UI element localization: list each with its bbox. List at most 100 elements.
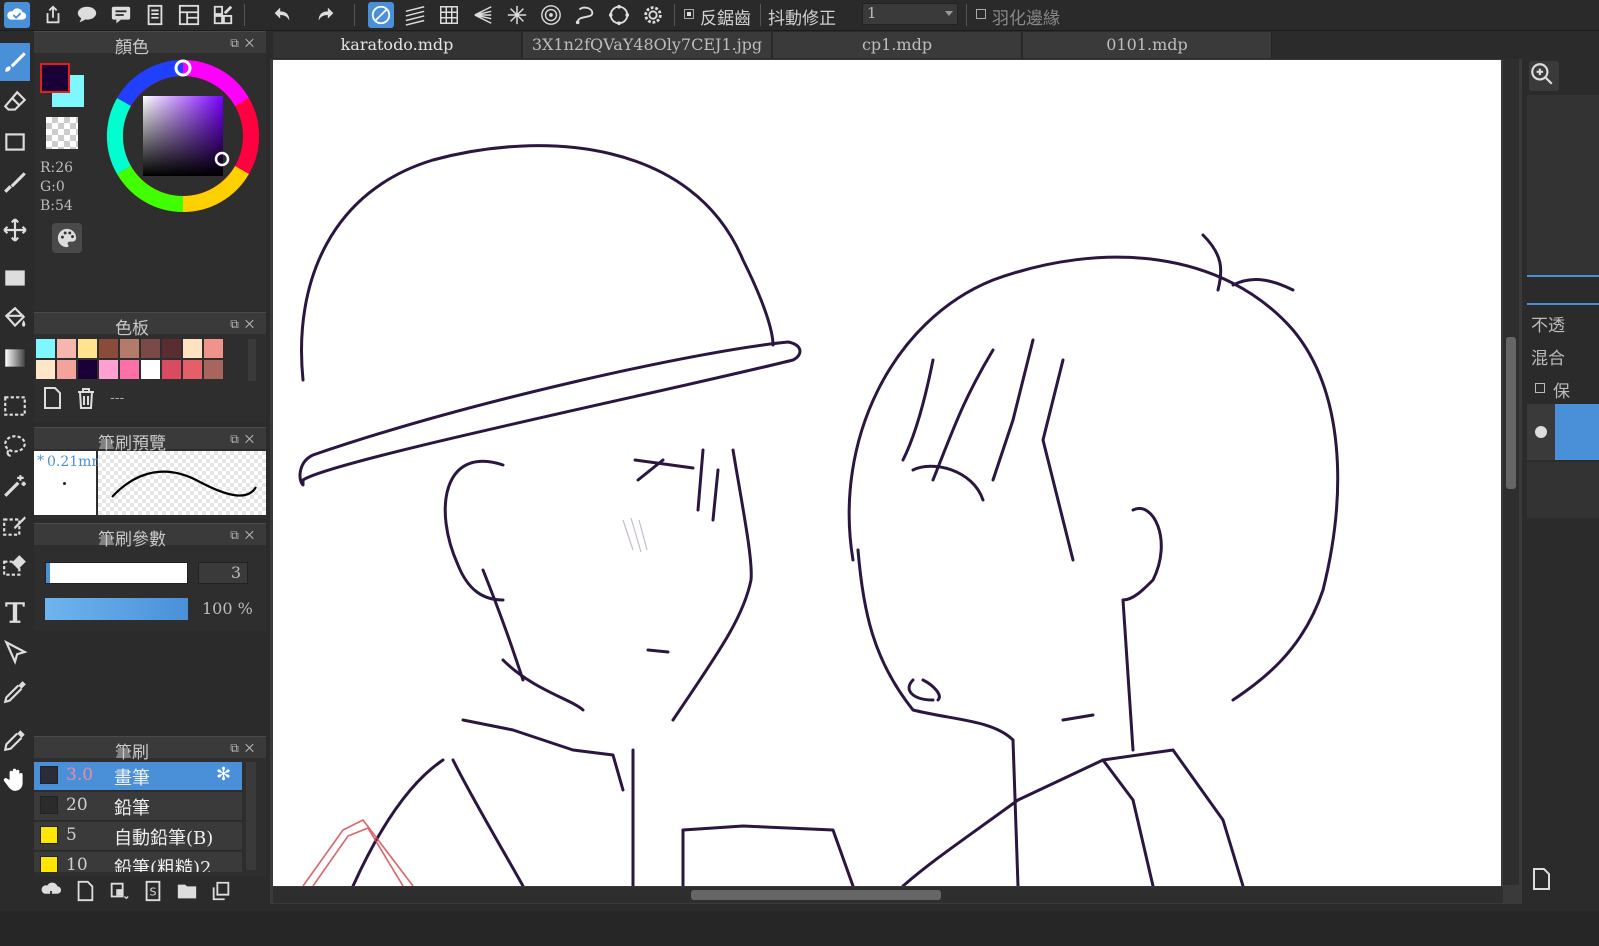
panel-popout-close-icon[interactable]: ⧉✕ — [230, 36, 260, 51]
foreground-color-swatch[interactable] — [40, 63, 70, 93]
palette-swatch[interactable] — [78, 339, 97, 358]
eyedropper-tool[interactable] — [0, 721, 30, 759]
layer-visibility-icon[interactable] — [1535, 426, 1547, 438]
horizontal-scrollbar[interactable] — [273, 887, 1503, 903]
palette-swatch[interactable] — [204, 339, 223, 358]
layer-row[interactable] — [1527, 462, 1599, 518]
duplicate-brush-button[interactable] — [108, 880, 136, 906]
brush-size-slider[interactable] — [45, 562, 188, 584]
ellipse-snap-icon[interactable] — [606, 2, 632, 28]
palette-swatch[interactable] — [99, 360, 118, 379]
palette-swatch[interactable] — [120, 339, 139, 358]
brush-item[interactable]: 10 鉛筆(粗糙)2 — [34, 852, 242, 872]
redo-icon[interactable] — [308, 2, 344, 28]
transparent-color-swatch[interactable] — [46, 117, 78, 149]
cloud-brush-button[interactable] — [40, 880, 68, 906]
palette-button[interactable] — [52, 223, 82, 253]
palette-swatch[interactable] — [162, 360, 181, 379]
delete-palette-button[interactable] — [74, 386, 104, 412]
brush-size-input[interactable]: 3 — [198, 562, 248, 584]
palette-swatch[interactable] — [183, 360, 202, 379]
grid-edit-icon[interactable] — [210, 2, 236, 28]
new-palette-button[interactable] — [40, 386, 70, 412]
bucket-tool[interactable] — [0, 299, 30, 337]
palette-swatch[interactable] — [57, 339, 76, 358]
brush-item[interactable]: 5 自動鉛筆(B) — [34, 822, 242, 851]
select-pen-tool[interactable] — [0, 507, 30, 545]
palette-swatch[interactable] — [183, 339, 202, 358]
color-wheel[interactable] — [106, 59, 260, 213]
palette-swatch[interactable] — [57, 360, 76, 379]
script-brush-button[interactable]: S — [142, 880, 170, 906]
gradient-tool[interactable] — [0, 339, 30, 377]
fill-rect-tool[interactable] — [0, 259, 30, 297]
cloud-check-icon[interactable] — [4, 2, 30, 28]
new-file-icon — [77, 880, 94, 902]
new-brush-button[interactable] — [74, 880, 102, 906]
stabilizer-select[interactable]: 1 — [862, 3, 958, 25]
folder-button[interactable] — [176, 880, 204, 906]
brush-tool[interactable] — [0, 43, 30, 81]
brush-opacity-slider[interactable] — [45, 598, 188, 620]
radial-snap-icon[interactable] — [504, 2, 530, 28]
select-eraser-tool[interactable] — [0, 547, 30, 585]
tab-cp1[interactable]: cp1.mdp — [773, 32, 1022, 58]
palette-swatch[interactable] — [120, 360, 139, 379]
protect-alpha-checkbox[interactable] — [1535, 383, 1545, 393]
antialias-checkbox[interactable] — [684, 9, 694, 19]
zoom-button[interactable] — [1529, 61, 1559, 91]
brush-item[interactable]: 3.0 畫筆 ✻ — [34, 762, 242, 791]
layout-icon[interactable] — [176, 2, 202, 28]
palette-swatch[interactable] — [36, 360, 55, 379]
snap-off-icon[interactable] — [368, 2, 394, 28]
speech-bubble-icon[interactable] — [74, 2, 100, 28]
panel-popout-close-icon[interactable]: ⧉✕ — [230, 741, 260, 756]
grid-snap-icon[interactable] — [436, 2, 462, 28]
share-icon[interactable] — [40, 2, 66, 28]
palette-swatch[interactable] — [78, 360, 97, 379]
brush-item[interactable]: 20 鉛筆 — [34, 792, 242, 821]
feather-checkbox[interactable] — [976, 9, 986, 19]
vertical-scroll-thumb[interactable] — [1506, 337, 1516, 489]
panel-popout-close-icon[interactable]: ⧉✕ — [230, 317, 260, 332]
new-layer-button[interactable] — [1529, 867, 1559, 897]
hand-tool[interactable] — [0, 761, 30, 799]
palette-swatch[interactable] — [99, 339, 118, 358]
palette-swatch[interactable] — [204, 360, 223, 379]
perspective-snap-icon[interactable] — [470, 2, 496, 28]
parallel-snap-icon[interactable] — [402, 2, 428, 28]
drawing-canvas[interactable] — [273, 60, 1501, 886]
tab-karatodo[interactable]: karatodo.mdp — [273, 32, 522, 58]
panel-popout-close-icon[interactable]: ⧉✕ — [230, 528, 260, 543]
move-tool[interactable] — [0, 211, 30, 249]
palette-swatch[interactable] — [162, 339, 181, 358]
lasso-tool[interactable] — [0, 427, 30, 465]
undo-icon[interactable] — [264, 2, 300, 28]
text-tool[interactable] — [0, 593, 30, 631]
palette-scrollbar[interactable] — [248, 339, 256, 381]
palette-swatch[interactable] — [141, 339, 160, 358]
eraser-tool[interactable] — [0, 83, 30, 121]
layer-row[interactable] — [1527, 404, 1599, 460]
tab-jpg[interactable]: 3X1n2fQVaY48Oly7CEJ1.jpg — [523, 32, 772, 58]
concentric-snap-icon[interactable] — [538, 2, 564, 28]
palette-swatch[interactable] — [141, 360, 160, 379]
horizontal-scroll-thumb[interactable] — [691, 890, 941, 900]
copy-button[interactable] — [210, 880, 238, 906]
brush-list-scrollbar[interactable] — [246, 762, 256, 870]
document-icon[interactable] — [142, 2, 168, 28]
panel-popout-close-icon[interactable]: ⧉✕ — [230, 432, 260, 447]
palette-swatch[interactable] — [36, 339, 55, 358]
rect-select-tool[interactable] — [0, 387, 30, 425]
magic-wand-tool[interactable] — [0, 467, 30, 505]
comment-icon[interactable] — [108, 2, 134, 28]
curve-snap-icon[interactable] — [572, 2, 598, 28]
rect-shape-tool[interactable] — [0, 123, 30, 161]
operation-tool[interactable] — [0, 633, 30, 671]
dropper-tool[interactable] — [0, 673, 30, 711]
vertical-scrollbar[interactable] — [1503, 59, 1519, 885]
gear-icon[interactable] — [640, 2, 666, 28]
gear-icon[interactable]: ✻ — [216, 764, 231, 785]
line-brush-tool[interactable] — [0, 163, 30, 201]
tab-0101[interactable]: 0101.mdp — [1023, 32, 1272, 58]
